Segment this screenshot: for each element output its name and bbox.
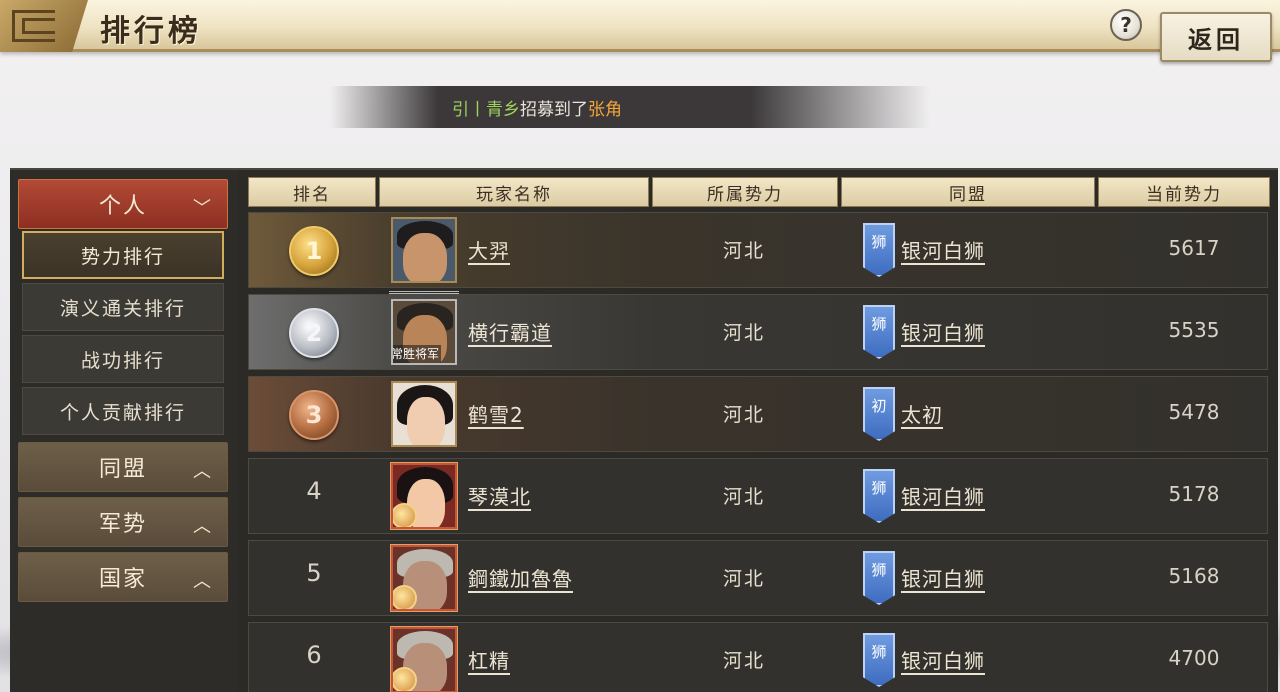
alliance-name-link[interactable]: 银河白狮	[901, 317, 985, 346]
title-ornament-icon	[0, 0, 88, 52]
sub-item-contribution-ranking[interactable]: 个人贡献排行	[22, 387, 224, 435]
power-value: 4700	[1168, 646, 1220, 670]
avatar-badge-icon	[393, 667, 417, 691]
player-avatar[interactable]	[391, 545, 457, 611]
chevron-down-icon: ﹀	[193, 198, 213, 219]
column-header-power: 当前势力	[1098, 177, 1270, 207]
ranking-panel: 个人 ﹀ 势力排行 演义通关排行 战功排行 个人贡献排行 同盟 ︿ 军势 ︿ 国…	[10, 168, 1278, 692]
table-row[interactable]: 1 大羿 河北 狮 银河白狮 5617	[248, 212, 1268, 288]
chevron-up-icon: ︿	[193, 571, 213, 592]
alliance-name-link[interactable]: 银河白狮	[901, 235, 985, 264]
sub-item-power-ranking[interactable]: 势力排行	[22, 231, 224, 279]
category-nation-label: 国家	[98, 567, 147, 592]
category-military[interactable]: 军势 ︿	[18, 497, 228, 547]
player-avatar[interactable]	[391, 627, 457, 692]
power-value: 5478	[1168, 400, 1220, 424]
bronze-medal-icon: 3	[289, 390, 339, 440]
alliance-banner-icon: 狮	[863, 551, 895, 605]
silver-medal-icon: 2	[289, 308, 339, 358]
faction-label: 河北	[722, 568, 765, 590]
marquee-middle: 招募到了	[520, 99, 588, 120]
sub-item-campaign-ranking[interactable]: 演义通关排行	[22, 283, 224, 331]
player-avatar[interactable]	[391, 463, 457, 529]
category-military-label: 军势	[98, 512, 147, 537]
alliance-banner-icon: 初	[863, 387, 895, 441]
faction-label: 河北	[722, 650, 765, 672]
alliance-name-link[interactable]: 太初	[901, 399, 943, 428]
player-name-link[interactable]: 杠精	[468, 645, 510, 674]
table-row[interactable]: 2 常胜将军 横行霸道 河北 狮 银河白狮 5535	[248, 291, 1268, 370]
avatar-title-tag: 常胜将军	[391, 345, 442, 363]
player-avatar[interactable]	[391, 381, 457, 447]
alliance-banner-icon: 狮	[863, 223, 895, 277]
title-bar: 排行榜 ?	[0, 0, 1280, 52]
chevron-up-icon: ︿	[193, 461, 213, 482]
alliance-banner-icon: 狮	[863, 633, 895, 687]
category-nation[interactable]: 国家 ︿	[18, 552, 228, 602]
table-row[interactable]: 3 鹤雪2 河北 初 太初 5478	[248, 376, 1268, 452]
rank-number: 5	[306, 559, 322, 587]
player-avatar[interactable]: 常胜将军	[391, 299, 457, 365]
sub-item-merit-ranking[interactable]: 战功排行	[22, 335, 224, 383]
page-title: 排行榜	[100, 14, 202, 49]
faction-label: 河北	[722, 404, 765, 426]
power-value: 5535	[1168, 318, 1220, 342]
player-name-link[interactable]: 鹤雪2	[468, 399, 524, 428]
alliance-banner-icon: 狮	[863, 469, 895, 523]
alliance-name-link[interactable]: 银河白狮	[901, 481, 985, 510]
player-name-link[interactable]: 大羿	[468, 235, 510, 264]
table-row[interactable]: 5 鋼鐵加魯魯 河北 狮 银河白狮 5168	[248, 540, 1268, 616]
player-name-link[interactable]: 鋼鐵加魯魯	[468, 563, 573, 592]
column-header-player: 玩家名称	[379, 177, 649, 207]
player-avatar[interactable]	[391, 217, 457, 283]
category-sidebar: 个人 ﹀ 势力排行 演义通关排行 战功排行 个人贡献排行 同盟 ︿ 军势 ︿ 国…	[10, 170, 238, 692]
rank-number: 4	[306, 477, 322, 505]
rank-number: 6	[306, 641, 322, 669]
alliance-name-link[interactable]: 银河白狮	[901, 645, 985, 674]
power-value: 5178	[1168, 482, 1220, 506]
category-alliance-label: 同盟	[98, 457, 147, 482]
category-personal-label: 个人	[98, 194, 147, 219]
category-personal[interactable]: 个人 ﹀	[18, 179, 228, 229]
avatar-badge-icon	[393, 503, 417, 527]
table-row[interactable]: 4 琴漠北 河北 狮 银河白狮 5178	[248, 458, 1268, 534]
column-header-alliance: 同盟	[841, 177, 1095, 207]
faction-label: 河北	[722, 240, 765, 262]
power-value: 5617	[1168, 236, 1220, 260]
alliance-name-link[interactable]: 银河白狮	[901, 563, 985, 592]
avatar-badge-icon	[393, 585, 417, 609]
faction-label: 河北	[722, 486, 765, 508]
chevron-up-icon: ︿	[193, 516, 213, 537]
alliance-banner-icon: 狮	[863, 305, 895, 359]
table-row[interactable]: 6 杠精 河北 狮 银河白狮 4700	[248, 622, 1268, 692]
marquee-prefix: 引丨青乡	[452, 99, 520, 120]
category-alliance[interactable]: 同盟 ︿	[18, 442, 228, 492]
column-header-rank: 排名	[248, 177, 376, 207]
player-name-link[interactable]: 横行霸道	[468, 317, 552, 346]
back-button[interactable]: 返回	[1160, 12, 1272, 62]
gold-medal-icon: 1	[289, 226, 339, 276]
column-header-faction: 所属势力	[652, 177, 838, 207]
faction-label: 河北	[722, 322, 765, 344]
player-name-link[interactable]: 琴漠北	[468, 481, 531, 510]
help-button[interactable]: ?	[1110, 9, 1142, 41]
marquee-hero-name: 张角	[588, 99, 622, 120]
broadcast-marquee: 引丨青乡 招募到了 张角	[330, 86, 930, 128]
power-value: 5168	[1168, 564, 1220, 588]
